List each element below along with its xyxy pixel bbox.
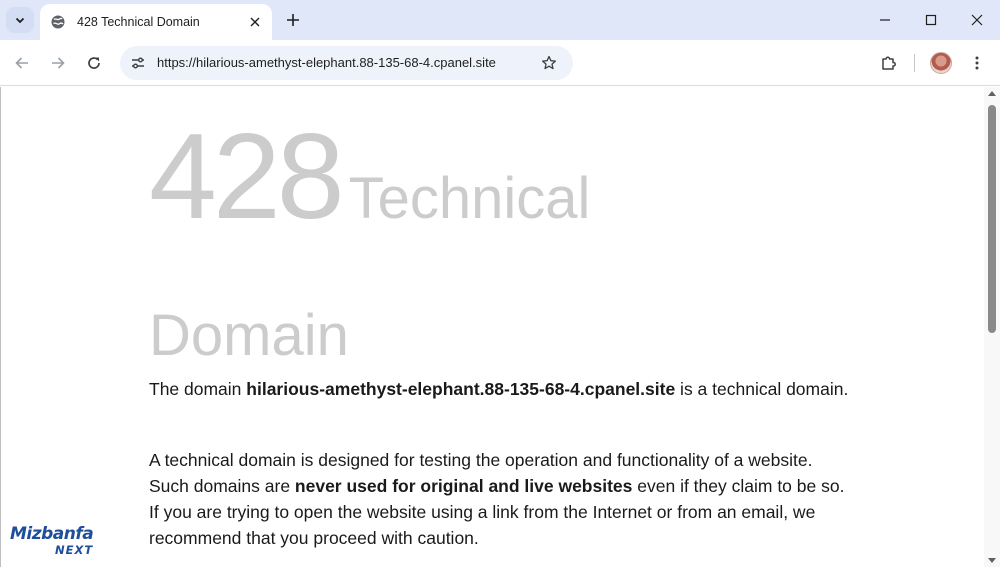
star-icon xyxy=(541,55,557,70)
new-tab-button[interactable] xyxy=(282,9,304,31)
minimize-button[interactable] xyxy=(862,0,908,40)
page-viewport: 428 Technical Domain The domain hilarious… xyxy=(0,87,1000,567)
close-icon xyxy=(250,17,260,27)
close-icon xyxy=(971,14,983,26)
scroll-thumb[interactable] xyxy=(988,105,996,333)
forward-button[interactable] xyxy=(46,51,70,75)
address-bar[interactable]: https://hilarious-amethyst-elephant.88-1… xyxy=(120,46,573,80)
maximize-icon xyxy=(925,14,937,26)
logo-wordmark: Mizbanfa xyxy=(10,524,94,544)
paragraph-text: The domain xyxy=(149,379,247,399)
paragraph-text: is a technical domain. xyxy=(675,379,849,399)
tab-strip: 428 Technical Domain xyxy=(0,0,1000,40)
heading-line-1: 428 Technical xyxy=(149,115,590,237)
more-vert-icon xyxy=(975,56,979,70)
tab-search-button[interactable] xyxy=(6,7,34,33)
chevron-down-icon xyxy=(15,17,25,24)
puzzle-icon xyxy=(882,56,896,70)
vertical-scrollbar[interactable] xyxy=(984,87,1000,567)
tune-icon xyxy=(132,57,144,69)
warning-paragraph: A technical domain is designed for testi… xyxy=(149,447,849,551)
back-button[interactable] xyxy=(10,51,34,75)
toolbar-separator xyxy=(914,54,915,72)
watermark-logo: Mizbanfa NEXT xyxy=(10,524,110,560)
active-tab[interactable]: 428 Technical Domain xyxy=(40,4,272,40)
tab-close-button[interactable] xyxy=(246,13,264,31)
plus-icon xyxy=(287,14,299,26)
domain-paragraph: The domain hilarious-amethyst-elephant.8… xyxy=(149,376,849,402)
browser-toolbar: https://hilarious-amethyst-elephant.88-1… xyxy=(0,40,1000,86)
logo-subtitle: NEXT xyxy=(55,543,94,557)
heading-word-technical: Technical xyxy=(348,166,591,231)
reload-icon xyxy=(88,57,100,69)
scroll-down-arrow[interactable] xyxy=(988,558,996,563)
reload-button[interactable] xyxy=(82,51,106,75)
emphasis-text: never used for original and live website… xyxy=(294,476,633,496)
arrow-left-icon xyxy=(15,57,28,69)
scroll-up-arrow[interactable] xyxy=(988,91,996,96)
menu-button[interactable] xyxy=(965,51,989,75)
minimize-icon xyxy=(880,19,890,21)
maximize-button[interactable] xyxy=(908,0,954,40)
globe-icon xyxy=(50,14,66,30)
domain-name: hilarious-amethyst-elephant.88-135-68-4.… xyxy=(246,379,676,399)
bookmark-button[interactable] xyxy=(539,53,559,73)
url-text[interactable]: https://hilarious-amethyst-elephant.88-1… xyxy=(157,55,496,70)
tab-title: 428 Technical Domain xyxy=(77,15,200,29)
error-code: 428 xyxy=(149,108,345,244)
profile-avatar[interactable] xyxy=(930,52,952,74)
heading-word-domain: Domain xyxy=(149,303,349,368)
site-info-button[interactable] xyxy=(128,53,148,73)
arrow-right-icon xyxy=(52,57,65,69)
extensions-button[interactable] xyxy=(877,51,901,75)
window-close-button[interactable] xyxy=(954,0,1000,40)
